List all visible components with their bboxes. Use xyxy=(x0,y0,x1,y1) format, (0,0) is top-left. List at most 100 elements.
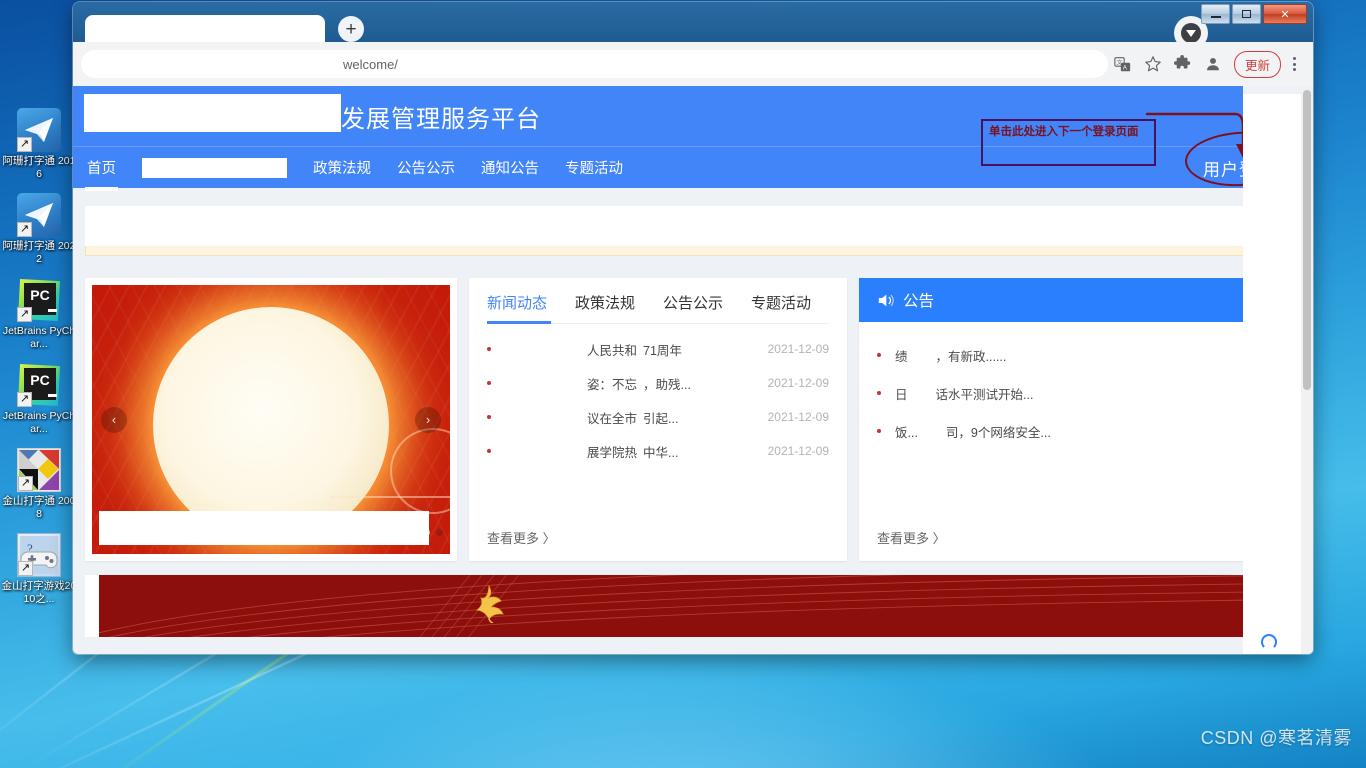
site-header: 发展管理服务平台 xyxy=(73,86,1313,146)
news-view-more-link[interactable]: 查看更多 〉 xyxy=(487,528,556,547)
shortcut-badge-icon xyxy=(17,307,32,322)
carousel-dot[interactable] xyxy=(423,529,430,536)
bullet-icon xyxy=(487,347,491,351)
news-title-lead: 姿：不忘 xyxy=(587,377,638,392)
address-bar[interactable]: welcome/ xyxy=(81,50,1108,78)
minimize-button[interactable] xyxy=(1201,4,1230,24)
list-item[interactable]: 日 话水平测试开始... 2021-1 09 xyxy=(877,374,1283,412)
image-carousel[interactable]: ‹ › xyxy=(85,278,457,561)
tab-news-updates[interactable]: 新闻动态 xyxy=(487,292,547,313)
carousel-dots[interactable] xyxy=(423,529,443,536)
news-title-redaction xyxy=(501,341,587,357)
announcement-lead: 饭... xyxy=(895,425,918,440)
tab-special-activities[interactable]: 专题活动 xyxy=(751,292,811,313)
nav-item-policies[interactable]: 政策法规 xyxy=(313,157,371,178)
desktop: 阿珊打字通 2016 阿珊打字通 2022 xyxy=(0,0,1366,768)
desktop-icon-jinshan-typing[interactable]: 金山打字通 2008 xyxy=(0,448,78,521)
shortcut-badge-icon xyxy=(17,222,32,237)
bullet-icon xyxy=(877,429,881,433)
update-button[interactable]: 更新 xyxy=(1233,50,1281,78)
nav-item-home[interactable]: 首页 xyxy=(85,157,118,191)
shortcut-badge-icon xyxy=(18,561,33,576)
translate-icon[interactable]: 文 A xyxy=(1108,49,1138,79)
desktop-icon-column: 阿珊打字通 2016 阿珊打字通 2022 xyxy=(0,108,78,618)
chrome-browser-window: + ✕ welcome/ 文 A 更新 发展管理服务平台 首页 政策法规 公告公… xyxy=(73,2,1313,654)
shortcut-badge-icon xyxy=(17,137,32,152)
desktop-icon-label: JetBrains PyChar... xyxy=(2,325,76,350)
announcement-list: 绩 ，有新政...... 2021-1 09 日 话水平测试开始... xyxy=(859,322,1301,450)
desktop-icon-pycharm-1[interactable]: PC JetBrains PyChar... xyxy=(0,278,78,351)
bullet-icon xyxy=(877,353,881,357)
plane-icon xyxy=(17,108,61,152)
announcement-header: 公告 xyxy=(859,278,1301,322)
announcement-tail: ，有新政...... xyxy=(935,349,1007,364)
desktop-icon-jinshan-game[interactable]: ? 金山打字游戏2010之... xyxy=(0,533,78,606)
tab-public-notices[interactable]: 公告公示 xyxy=(663,292,723,313)
new-tab-button[interactable]: + xyxy=(338,16,364,42)
desktop-icon-label: 阿珊打字通 2016 xyxy=(2,155,76,180)
desktop-icon-ashan-2016[interactable]: 阿珊打字通 2016 xyxy=(0,108,78,181)
desktop-icon-pycharm-2[interactable]: PC JetBrains PyChar... xyxy=(0,363,78,436)
bottom-banner[interactable] xyxy=(85,575,1301,637)
speaker-icon xyxy=(878,294,894,306)
moon-graphic xyxy=(153,306,389,543)
nav-item-public-notices[interactable]: 公告公示 xyxy=(397,157,455,178)
kebab-menu-icon[interactable] xyxy=(1283,57,1305,71)
maximize-button[interactable] xyxy=(1232,4,1261,24)
list-item[interactable]: 人民共和 71周年 2021-12-09 xyxy=(487,332,829,366)
announcement-tail: 话水平测试开始... xyxy=(935,387,1034,402)
announcement-view-more-link[interactable]: 查看更多 〉 xyxy=(877,528,946,547)
brand-logo-redaction xyxy=(84,94,341,132)
list-item[interactable]: 饭... 司，9个网络安全... 2021-1 09 xyxy=(877,412,1283,450)
carousel-prev-button[interactable]: ‹ xyxy=(101,406,127,433)
bullet-icon xyxy=(487,449,491,453)
news-panel: 新闻动态 政策法规 公告公示 专题活动 人民共和 71周年 2021-12-09 xyxy=(469,278,847,561)
profile-icon[interactable] xyxy=(1198,49,1228,79)
news-title-redaction xyxy=(501,375,587,391)
page-title: 发展管理服务平台 xyxy=(341,105,541,133)
loading-spinner-icon xyxy=(1261,634,1277,650)
plane-icon xyxy=(17,193,61,237)
news-tabs: 新闻动态 政策法规 公告公示 专题活动 xyxy=(487,292,829,324)
news-list: 人民共和 71周年 2021-12-09 姿：不忘 ，助残... 2021-12… xyxy=(487,332,829,468)
bullet-icon xyxy=(877,391,881,395)
bookmark-star-icon[interactable] xyxy=(1138,49,1168,79)
nav-item-special-activities[interactable]: 专题活动 xyxy=(565,157,623,178)
close-button[interactable]: ✕ xyxy=(1263,4,1307,24)
news-date: 2021-12-09 xyxy=(767,410,829,424)
list-item[interactable]: 议在全市 引起... 2021-12-09 xyxy=(487,400,829,434)
page-scrollbar[interactable] xyxy=(1301,86,1313,654)
main-content-row: ‹ › 新闻动态 政策法规 公告公示 专题活动 人民共和 71周年 2021-1… xyxy=(85,278,1301,561)
carousel-dot-active[interactable] xyxy=(436,529,443,536)
list-item[interactable]: 绩 ，有新政...... 2021-1 09 xyxy=(877,336,1283,374)
desktop-icon-label: 金山打字游戏2010之... xyxy=(1,580,77,605)
banner-left-redaction xyxy=(85,575,99,637)
carousel-caption-redaction xyxy=(99,511,429,545)
browser-tab-active[interactable] xyxy=(85,15,325,42)
browser-toolbar: welcome/ 文 A 更新 xyxy=(73,42,1313,86)
nav-item-redacted[interactable] xyxy=(142,157,287,178)
line-decoration xyxy=(330,496,450,498)
extensions-puzzle-icon[interactable] xyxy=(1168,49,1198,79)
url-text: welcome/ xyxy=(343,56,398,72)
tab-policies[interactable]: 政策法规 xyxy=(575,292,635,313)
news-title-tail: 引起... xyxy=(643,411,679,426)
announcement-tail: 司，9个网络安全... xyxy=(945,425,1051,440)
list-item[interactable]: 展学院热 中华... 2021-12-09 xyxy=(487,434,829,468)
notice-strip xyxy=(85,246,1301,256)
list-item[interactable]: 姿：不忘 ，助残... 2021-12-09 xyxy=(487,366,829,400)
window-controls: ✕ xyxy=(1201,4,1307,24)
bullet-icon xyxy=(487,381,491,385)
gold-ornament-icon xyxy=(475,585,504,623)
announcement-lead: 日 xyxy=(895,387,908,402)
banner-curves xyxy=(85,575,1301,637)
page-viewport: 发展管理服务平台 首页 政策法规 公告公示 通知公告 专题活动 用户登录 单击此… xyxy=(73,86,1313,654)
desktop-icon-label: JetBrains PyChar... xyxy=(2,410,76,435)
nav-item-announcements[interactable]: 通知公告 xyxy=(481,157,539,178)
desktop-icon-ashan-2022[interactable]: 阿珊打字通 2022 xyxy=(0,193,78,266)
news-date: 2021-12-09 xyxy=(767,376,829,390)
news-title-redaction xyxy=(501,409,587,425)
scrollbar-thumb[interactable] xyxy=(1303,90,1311,390)
shortcut-badge-icon xyxy=(18,476,33,491)
carousel-next-button[interactable]: › xyxy=(415,406,441,433)
